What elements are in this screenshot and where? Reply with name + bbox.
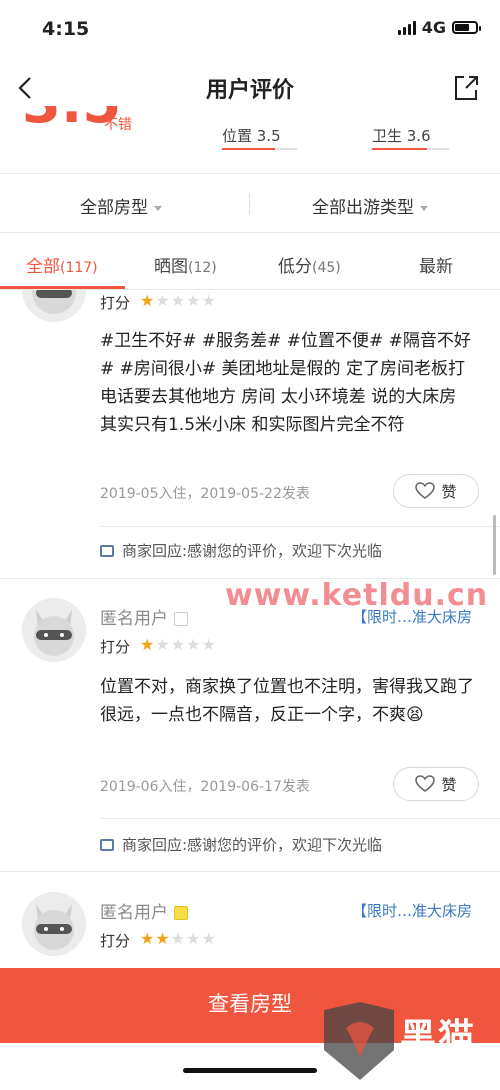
review-card: 打分 ★★★★★ #卫生不好# #服务差# #位置不便# #隔音不好# #房间很… (0, 290, 500, 580)
reply-text: 商家回应:感谢您的评价，欢迎下次光临 (122, 836, 383, 854)
room-type-tag[interactable]: 【限时…准大床房 (352, 606, 472, 627)
like-button[interactable]: 赞 (393, 767, 479, 801)
star-empty-icon: ★ (201, 291, 217, 310)
like-label: 赞 (441, 775, 457, 794)
sub-score-location: 位置 3.5 (222, 127, 281, 145)
home-indicator[interactable] (183, 1068, 317, 1073)
sub-score-location-bar (222, 148, 297, 150)
tab-low-score[interactable]: 低分(45) (278, 252, 341, 277)
review-text: 位置不对，商家换了位置也不注明，害得我又跑了很远，一点也不隔音，反正一个字，不爽… (100, 677, 474, 725)
avatar (22, 290, 86, 322)
filter-divider (249, 194, 250, 214)
merchant-reply: 商家回应:感谢您的评价，欢迎下次光临 (100, 540, 382, 561)
star-empty-icon: ★ (170, 291, 187, 310)
heart-icon (415, 482, 436, 499)
overall-score-label: 不错 (104, 117, 132, 133)
travel-type-filter[interactable]: 全部出游类型 (312, 193, 428, 218)
star-rating: ★★★★★ (140, 635, 217, 654)
divider (0, 232, 500, 233)
divider (0, 173, 500, 174)
tab-all[interactable]: 全部(117) (26, 252, 98, 277)
star-filled-icon: ★ (140, 929, 156, 948)
room-type-tag[interactable]: 【限时…准大床房 (352, 900, 472, 921)
sub-score-hygiene: 卫生 3.6 (372, 127, 431, 145)
dropdown-caret-icon (154, 205, 162, 211)
star-filled-icon: ★ (140, 635, 156, 654)
review-date: 2019-05入住，2019-05-22发表 (100, 486, 310, 502)
star-filled-icon: ★ (155, 929, 171, 948)
divider (100, 818, 500, 819)
room-type-filter-label: 全部房型 (80, 198, 148, 218)
score-label: 打分 (100, 294, 131, 312)
tab-photos[interactable]: 晒图(12) (154, 252, 217, 277)
star-empty-icon: ★ (155, 635, 171, 654)
star-empty-icon: ★ (186, 291, 202, 310)
star-empty-icon: ★ (155, 291, 171, 310)
battery-icon (452, 21, 481, 34)
star-rating: ★★★★★ (140, 929, 217, 948)
star-empty-icon: ★ (186, 929, 202, 948)
star-empty-icon: ★ (186, 635, 202, 654)
merchant-reply: 商家回应:感谢您的评价，欢迎下次光临 (100, 834, 382, 855)
review-date: 2019-06入住，2019-06-17发表 (100, 779, 310, 795)
star-empty-icon: ★ (201, 635, 217, 654)
star-empty-icon: ★ (201, 929, 217, 948)
status-indicators: 4G (397, 18, 481, 37)
signal-icon (397, 20, 416, 35)
anonymous-badge-icon (174, 906, 188, 920)
scrollbar[interactable] (493, 515, 496, 575)
anonymous-avatar-icon (32, 290, 76, 314)
score-label: 打分 (100, 932, 131, 950)
review-text: #卫生不好# #服务差# #位置不便# #隔音不好# #房间很小# 美团地址是假… (100, 331, 471, 435)
like-button[interactable]: 赞 (393, 474, 479, 508)
page-title: 用户评价 (205, 78, 294, 103)
travel-type-filter-label: 全部出游类型 (312, 198, 414, 218)
reply-icon (100, 838, 114, 851)
room-type-filter[interactable]: 全部房型 (80, 193, 162, 218)
avatar (22, 892, 86, 956)
tab-latest[interactable]: 最新 (419, 252, 453, 277)
anonymous-badge-icon (174, 612, 188, 626)
anonymous-avatar-icon (34, 904, 74, 950)
reply-text: 商家回应:感谢您的评价，欢迎下次光临 (122, 542, 383, 560)
network-label: 4G (421, 18, 446, 37)
heart-icon (415, 775, 436, 792)
sub-score-hygiene-bar (372, 148, 449, 150)
star-rating: ★★★★★ (140, 291, 217, 310)
avatar (22, 598, 86, 662)
star-empty-icon: ★ (170, 929, 187, 948)
user-name: 匿名用户 (100, 604, 188, 629)
share-icon[interactable] (452, 74, 480, 102)
divider (100, 526, 500, 527)
score-label: 打分 (100, 638, 131, 656)
brand-en: BLACK CAT (397, 1048, 474, 1090)
star-empty-icon: ★ (170, 635, 187, 654)
like-label: 赞 (441, 482, 457, 501)
divider (0, 871, 500, 872)
anonymous-avatar-icon (34, 610, 74, 656)
status-time: 4:15 (42, 18, 90, 40)
reply-icon (100, 544, 114, 557)
star-filled-icon: ★ (140, 291, 156, 310)
user-name: 匿名用户 (100, 898, 188, 923)
dropdown-caret-icon (420, 205, 428, 211)
